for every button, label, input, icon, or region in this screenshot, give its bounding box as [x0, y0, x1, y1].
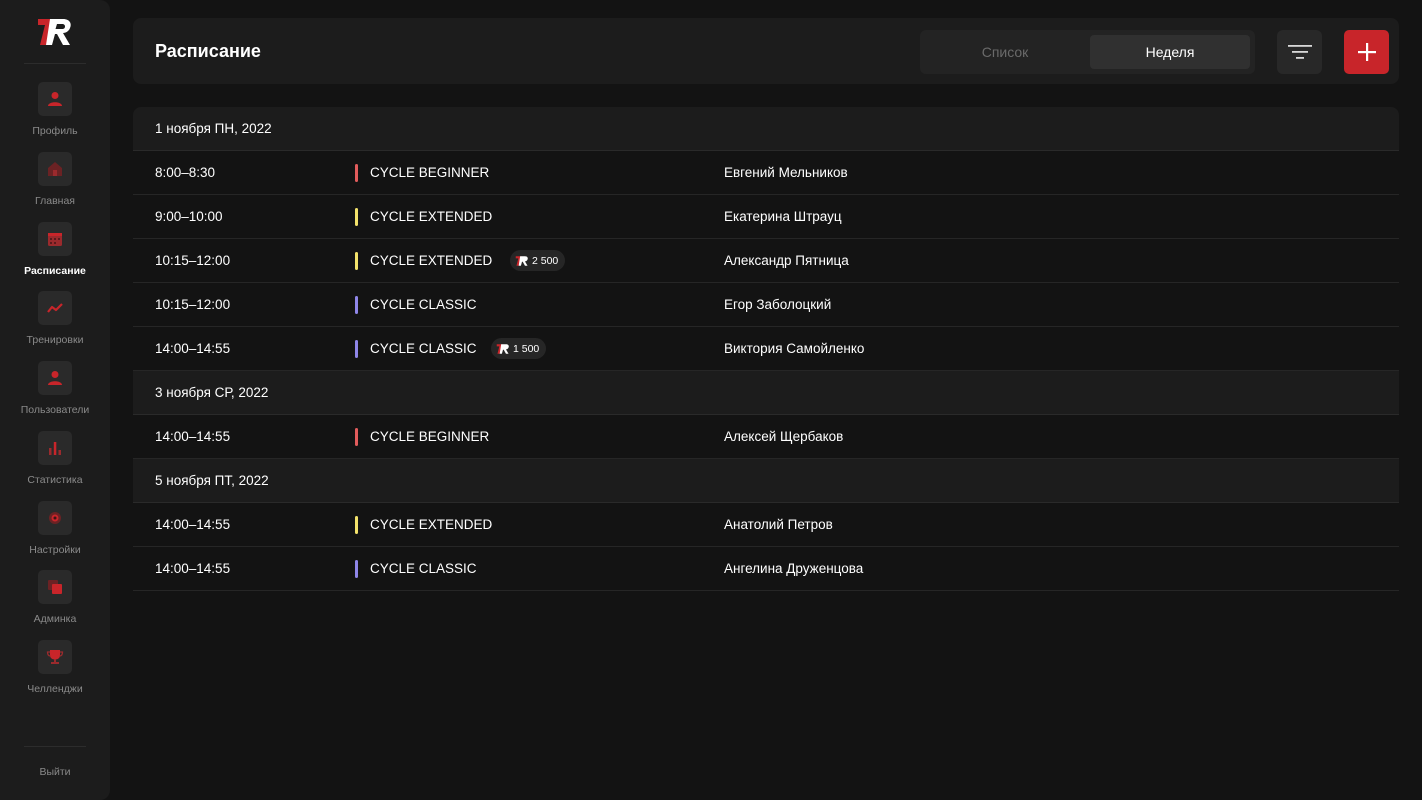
add-button[interactable]: [1344, 30, 1389, 74]
class-time: 10:15–12:00: [155, 253, 231, 268]
class-color-marker: [355, 428, 358, 446]
trainer-name: Виктория Самойленко: [724, 341, 865, 356]
table-row[interactable]: 14:00–14:55 CYCLE CLASSIC 1 500 Виктория Са…: [133, 327, 1399, 371]
price-value: 1 500: [513, 342, 540, 355]
trainer-name: Евгений Мельников: [724, 165, 848, 180]
trainer-name: Александр Пятница: [724, 253, 849, 268]
sidebar-item-label: Админка: [33, 613, 77, 625]
sidebar-item-home[interactable]: Главная: [0, 152, 110, 218]
sidebar-item-statistics[interactable]: Статистика: [0, 431, 110, 497]
table-row[interactable]: 10:15–12:00 CYCLE EXTENDED 2 500 Александр …: [133, 239, 1399, 283]
class-time: 14:00–14:55: [155, 341, 231, 356]
trophy-icon: [38, 640, 72, 674]
class-name: CYCLE CLASSIC: [370, 561, 477, 576]
class-time: 8:00–8:30: [155, 165, 216, 180]
price-badge: 2 500: [510, 250, 566, 271]
trainer-name: Ангелина Друженцова: [724, 561, 864, 576]
class-color-marker: [355, 208, 358, 226]
divider: [24, 63, 86, 64]
gear-icon: [38, 501, 72, 535]
class-name: CYCLE BEGINNER: [370, 165, 490, 180]
admin-icon: [38, 570, 72, 604]
class-name: CYCLE CLASSIC: [370, 341, 477, 356]
sidebar-item-label: Тренировки: [26, 334, 84, 346]
tab-list[interactable]: Список: [925, 35, 1085, 69]
table-row[interactable]: 8:00–8:30 CYCLE BEGINNER Евгений Мельников: [133, 151, 1399, 195]
sidebar-item-label: Профиль: [32, 125, 78, 137]
filter-icon: [1287, 45, 1312, 59]
sidebar-item-profile[interactable]: Профиль: [0, 82, 110, 148]
tab-week[interactable]: Неделя: [1090, 35, 1250, 69]
trainer-name: Анатолий Петров: [724, 517, 833, 532]
class-name: CYCLE CLASSIC: [370, 297, 477, 312]
plus-icon: [1357, 43, 1376, 61]
class-color-marker: [355, 296, 358, 314]
date-label: 1 ноября ПН, 2022: [155, 121, 272, 136]
class-color-marker: [355, 340, 358, 358]
date-label: 3 ноября СР, 2022: [155, 385, 269, 400]
trainer-name: Егор Заболоцкий: [724, 297, 832, 312]
brand-coin-icon: [515, 255, 528, 266]
sidebar-item-schedule[interactable]: Расписание: [0, 222, 110, 288]
class-name: CYCLE EXTENDED: [370, 209, 493, 224]
sidebar-item-settings[interactable]: Настройки: [0, 501, 110, 567]
class-time: 14:00–14:55: [155, 429, 231, 444]
bar-chart-icon: [38, 431, 72, 465]
sidebar-item-label: Статистика: [27, 474, 83, 486]
class-name: CYCLE BEGINNER: [370, 429, 490, 444]
user-icon: [38, 82, 72, 116]
table-row[interactable]: 14:00–14:55 CYCLE BEGINNER Алексей Щербако…: [133, 415, 1399, 459]
table-row[interactable]: 14:00–14:55 CYCLE CLASSIC Ангелина Друженц…: [133, 547, 1399, 591]
divider: [24, 746, 86, 747]
class-name: CYCLE EXTENDED: [370, 517, 493, 532]
price-badge: 1 500: [491, 338, 547, 359]
date-group-header: 3 ноября СР, 2022: [133, 371, 1399, 415]
view-switcher: Список Неделя: [920, 30, 1255, 74]
table-row[interactable]: 10:15–12:00 CYCLE CLASSIC Егор Заболоцкий: [133, 283, 1399, 327]
class-color-marker: [355, 516, 358, 534]
sidebar-item-label: Расписание: [24, 265, 86, 277]
class-time: 10:15–12:00: [155, 297, 231, 312]
sidebar: Профиль Главная Расписание Тренировки По…: [0, 0, 110, 800]
date-label: 5 ноября ПТ, 2022: [155, 473, 269, 488]
sidebar-item-label: Челленджи: [27, 683, 83, 695]
trainer-name: Алексей Щербаков: [724, 429, 844, 444]
class-color-marker: [355, 560, 358, 578]
brand-coin-icon: [496, 343, 509, 354]
sidebar-item-challenges[interactable]: Челленджи: [0, 640, 110, 706]
schedule-table: 1 ноября ПН, 2022 8:00–8:30 CYCLE BEGINNER…: [133, 107, 1399, 591]
sidebar-item-workouts[interactable]: Тренировки: [0, 291, 110, 357]
date-group-header: 5 ноября ПТ, 2022: [133, 459, 1399, 503]
price-value: 2 500: [532, 254, 559, 267]
calendar-icon: [38, 222, 72, 256]
sidebar-item-label: Пользователи: [20, 404, 90, 416]
trainer-name: Екатерина Штрауц: [724, 209, 842, 224]
class-name: CYCLE EXTENDED: [370, 253, 493, 268]
sidebar-item-label: Главная: [35, 195, 75, 207]
brand-logo[interactable]: [36, 16, 74, 48]
class-time: 9:00–10:00: [155, 209, 223, 224]
chart-line-icon: [38, 291, 72, 325]
users-icon: [38, 361, 72, 395]
date-group-header: 1 ноября ПН, 2022: [133, 107, 1399, 151]
class-color-marker: [355, 252, 358, 270]
class-color-marker: [355, 164, 358, 182]
sidebar-item-admin[interactable]: Админка: [0, 570, 110, 636]
sidebar-item-users[interactable]: Пользователи: [0, 361, 110, 427]
home-icon: [38, 152, 72, 186]
page-title: Расписание: [155, 41, 261, 61]
class-time: 14:00–14:55: [155, 517, 231, 532]
filter-button[interactable]: [1277, 30, 1322, 74]
sidebar-item-label: Настройки: [29, 544, 81, 556]
table-row[interactable]: 9:00–10:00 CYCLE EXTENDED Екатерина Штрауц: [133, 195, 1399, 239]
class-time: 14:00–14:55: [155, 561, 231, 576]
logout-button[interactable]: Выйти: [0, 766, 110, 778]
table-row[interactable]: 14:00–14:55 CYCLE EXTENDED Анатолий Петров: [133, 503, 1399, 547]
page-header: Расписание Список Неделя: [133, 18, 1399, 84]
